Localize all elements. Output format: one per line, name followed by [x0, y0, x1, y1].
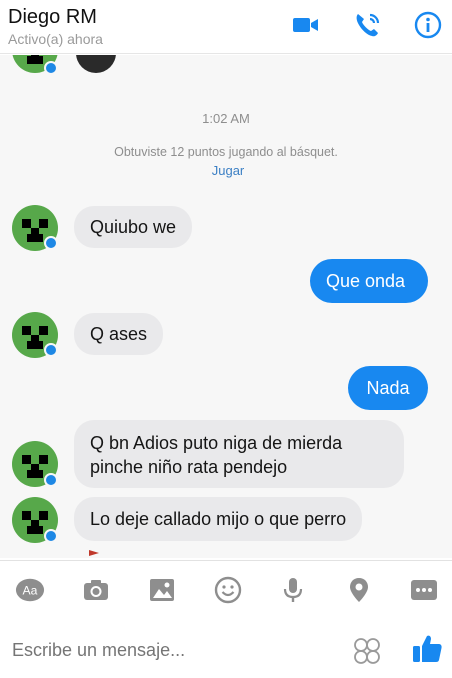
location-icon[interactable]: [343, 574, 375, 606]
gallery-icon[interactable]: [146, 574, 178, 606]
text-style-button[interactable]: Aa: [14, 574, 46, 606]
info-icon[interactable]: [413, 10, 443, 40]
composer-toolbar: Aa: [0, 560, 452, 616]
outgoing-message[interactable]: Que onda: [310, 259, 428, 303]
incoming-message[interactable]: Quiubo we: [74, 206, 193, 248]
stickers-icon[interactable]: [352, 636, 382, 666]
like-thumbs-up-icon[interactable]: [410, 632, 444, 666]
messenger-badge-icon: [44, 236, 58, 250]
message-thread[interactable]: 1:02 AM Obtuviste 12 puntos jugando al b…: [0, 55, 452, 558]
microphone-icon[interactable]: [277, 574, 309, 606]
phone-call-icon[interactable]: [352, 10, 382, 40]
game-notice: Obtuviste 12 puntos jugando al básquet.: [114, 145, 338, 159]
incoming-message[interactable]: Q ases: [74, 313, 164, 355]
messenger-badge-icon: [44, 343, 58, 357]
messenger-badge-icon: [44, 61, 58, 75]
outgoing-message[interactable]: Nada: [348, 366, 428, 410]
contact-name[interactable]: Diego RM: [8, 6, 97, 29]
aa-label: Aa: [23, 584, 38, 598]
previous-message-fragment: [76, 55, 116, 73]
play-game-link[interactable]: Jugar: [0, 163, 452, 178]
emoji-icon[interactable]: [212, 574, 244, 606]
incoming-message[interactable]: Q bn Adios puto niga de mierda pinche ni…: [74, 420, 404, 488]
message-composer: [0, 618, 452, 678]
incoming-message[interactable]: Lo deje callado mijo o que perro: [74, 497, 363, 541]
messenger-badge-icon: [44, 473, 58, 487]
messenger-badge-icon: [44, 529, 58, 543]
more-options-icon[interactable]: [408, 574, 440, 606]
video-call-icon[interactable]: [290, 10, 320, 40]
contact-status: Activo(a) ahora: [8, 31, 103, 47]
chat-header: Diego RM Activo(a) ahora: [0, 0, 452, 54]
camera-icon[interactable]: [80, 574, 112, 606]
timestamp: 1:02 AM: [202, 111, 250, 126]
message-input[interactable]: [12, 640, 312, 661]
seen-indicator-icon: [89, 550, 99, 556]
